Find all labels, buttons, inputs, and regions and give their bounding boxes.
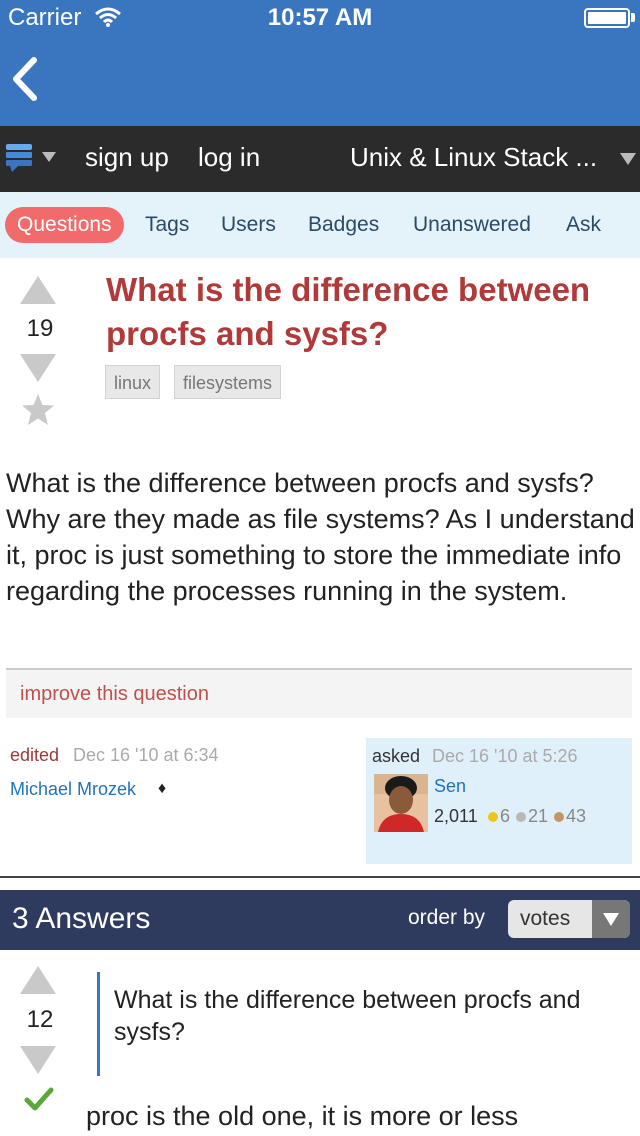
bronze-badge-icon xyxy=(554,812,564,822)
improve-question-link[interactable]: improve this question xyxy=(20,683,209,706)
gold-badge-icon xyxy=(488,812,498,822)
status-time: 10:57 AM xyxy=(267,4,373,31)
order-by-value: votes xyxy=(520,907,571,930)
asked-label: asked xyxy=(372,746,421,766)
tab-unanswered[interactable]: Unanswered xyxy=(413,207,531,243)
owner-reputation: 2,011 xyxy=(434,806,478,826)
tab-users[interactable]: Users xyxy=(221,207,276,243)
sign-up-link[interactable]: sign up xyxy=(85,142,169,173)
bronze-badge-count: 43 xyxy=(566,806,587,826)
section-tabs: Questions Tags Users Badges Unanswered A… xyxy=(0,192,640,258)
site-selector[interactable]: Unix & Linux Stack ... xyxy=(350,142,597,173)
chevron-down-icon[interactable] xyxy=(619,152,637,171)
blockquote-bar xyxy=(97,972,100,1076)
stackexchange-menu-button[interactable] xyxy=(6,142,62,176)
improve-bar: improve this question xyxy=(6,668,632,718)
question-body: What is the difference between procfs an… xyxy=(6,468,635,606)
question-title: What is the difference between procfs an… xyxy=(106,271,591,352)
silver-badge-icon xyxy=(516,812,526,822)
navigation-bar: Carrier 10:57 AM xyxy=(0,0,640,126)
downvote-arrow-icon xyxy=(20,1046,56,1074)
stackexchange-bar: sign up log in Unix & Linux Stack ... xyxy=(0,126,640,192)
back-button[interactable] xyxy=(8,56,48,106)
order-by-caret xyxy=(592,900,630,938)
upvote-arrow-icon xyxy=(20,966,56,994)
tab-badges[interactable]: Badges xyxy=(308,207,379,243)
answers-count: 3 Answers xyxy=(12,902,151,935)
silver-badge-count: 21 xyxy=(528,806,549,826)
divider xyxy=(0,876,640,878)
answer-vote-count: 12 xyxy=(26,1006,54,1033)
asked-date: Dec 16 '10 at 5:26 xyxy=(432,746,578,766)
chevron-left-icon xyxy=(13,57,37,101)
answer-blockquote: What is the difference between procfs an… xyxy=(114,986,581,1046)
answers-header: 3 Answers order by votes xyxy=(0,890,640,950)
tag-filesystems[interactable]: filesystems xyxy=(174,365,282,399)
stackexchange-icon xyxy=(6,144,56,172)
chevron-down-icon xyxy=(603,913,619,926)
question-vote-count: 19 xyxy=(26,315,54,342)
upvote-arrow-icon xyxy=(20,276,56,304)
edited-date: Dec 16 '10 at 6:34 xyxy=(73,745,219,765)
battery-icon xyxy=(584,8,630,28)
asked-user-card: asked Dec 16 '10 at 5:26 Sen 2,011 6 21 … xyxy=(366,738,632,864)
order-by-select[interactable]: votes xyxy=(508,900,630,938)
answer-downvote-button[interactable] xyxy=(20,1046,56,1079)
tab-questions[interactable]: Questions xyxy=(5,207,124,243)
editor-link[interactable]: Michael Mrozek xyxy=(10,779,136,800)
answer-upvote-button[interactable] xyxy=(20,966,56,999)
question-downvote-button[interactable] xyxy=(20,354,56,387)
log-in-link[interactable]: log in xyxy=(198,142,260,173)
downvote-arrow-icon xyxy=(20,354,56,382)
tab-tags[interactable]: Tags xyxy=(145,207,189,243)
favorite-button[interactable] xyxy=(20,392,56,433)
edited-label: edited xyxy=(10,745,60,765)
owner-link[interactable]: Sen xyxy=(434,776,466,797)
answer-body: proc is the old one, it is more or less xyxy=(86,1101,519,1131)
gold-badge-count: 6 xyxy=(500,806,511,826)
moderator-diamond-icon: ♦ xyxy=(158,780,167,797)
tag-linux[interactable]: linux xyxy=(105,365,161,399)
avatar[interactable] xyxy=(374,774,428,832)
accepted-check-icon xyxy=(24,1086,54,1117)
battery-tip xyxy=(631,13,635,22)
tab-ask[interactable]: Ask xyxy=(566,207,601,243)
question-upvote-button[interactable] xyxy=(20,276,56,309)
order-by-label: order by xyxy=(408,906,486,929)
star-icon xyxy=(22,394,54,425)
